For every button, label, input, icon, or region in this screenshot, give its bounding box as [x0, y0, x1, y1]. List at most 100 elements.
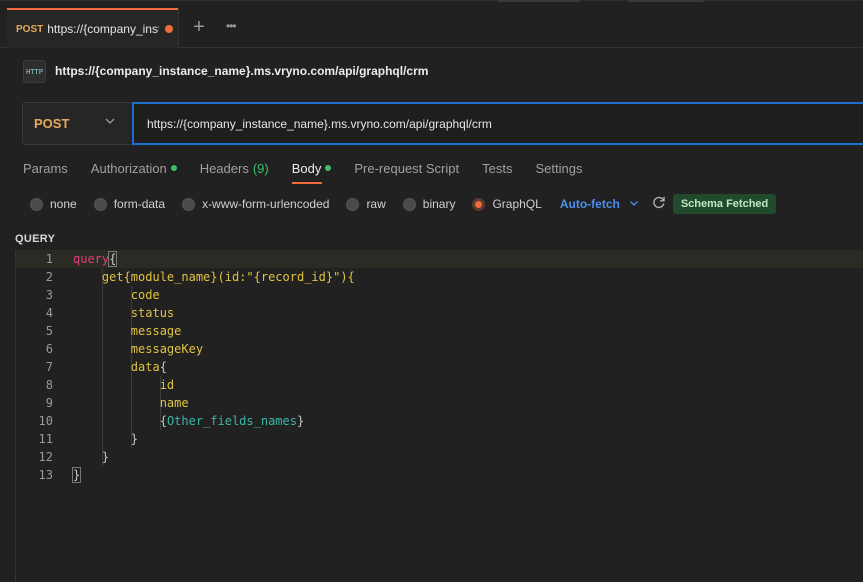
radio-raw[interactable]: raw — [346, 197, 386, 211]
status-dot-icon — [170, 165, 177, 171]
code-line: 3 code — [16, 286, 863, 304]
schema-status-badge: Schema Fetched — [672, 194, 777, 214]
line-number: 1 — [45, 252, 53, 266]
tab-divider — [178, 8, 179, 48]
refresh-icon[interactable] — [652, 195, 666, 213]
code-field: messageKey — [130, 342, 204, 356]
code-args: (id:"{record_id}"){ — [217, 270, 355, 284]
tab-label: Body — [291, 160, 322, 176]
request-tab-method: POST — [16, 23, 44, 35]
unsaved-dot-icon — [165, 25, 174, 33]
radio-label: form-data — [113, 197, 166, 211]
radio-label: none — [50, 197, 77, 211]
new-tab-button[interactable]: + — [190, 17, 208, 37]
tab-params[interactable]: Params — [23, 159, 68, 177]
request-tabs: Params Authorization Headers (9) Body Pre… — [23, 159, 605, 185]
code-field: message — [130, 324, 182, 338]
code-brace: } — [71, 467, 82, 483]
code-line: 10 {Other_fields_names} — [16, 412, 863, 430]
code-variable: Other_fields_names — [166, 414, 297, 428]
code-line: 9 name — [16, 394, 863, 412]
code-brace: } — [101, 450, 110, 464]
tab-body[interactable]: Body — [291, 159, 332, 184]
radio-label: raw — [366, 197, 386, 211]
line-number: 13 — [38, 468, 53, 482]
tab-label: Headers — [199, 160, 249, 176]
line-number: 12 — [38, 450, 53, 464]
line-number: 11 — [38, 432, 53, 446]
auto-fetch-label: Auto-fetch — [559, 197, 620, 211]
radio-none[interactable]: none — [30, 197, 77, 211]
radio-x-www-form-urlencoded[interactable]: x-www-form-urlencoded — [182, 197, 329, 211]
code-field: id — [159, 378, 175, 392]
tab-headers[interactable]: Headers (9) — [200, 159, 269, 177]
tab-settings[interactable]: Settings — [535, 159, 582, 177]
radio-circle-icon — [346, 197, 360, 211]
radio-label: GraphQL — [492, 197, 542, 211]
code-brace: { — [108, 251, 118, 267]
active-tab-underline — [291, 182, 322, 184]
radio-label: binary — [422, 197, 456, 211]
line-number: 8 — [45, 378, 53, 392]
line-number: 7 — [45, 360, 53, 374]
line-number: 3 — [45, 288, 53, 302]
radio-label: x-www-form-urlencoded — [202, 197, 330, 211]
radio-form-data[interactable]: form-data — [93, 197, 166, 211]
http-request-icon: HTTP — [23, 60, 46, 83]
tab-label: Settings — [535, 160, 583, 176]
code-brace: } — [296, 414, 305, 428]
window-top-border — [0, 0, 863, 1]
code-brace: } — [130, 432, 139, 446]
radio-circle-icon — [182, 197, 196, 211]
tab-strip: POST https://{company_inst + ••• — [0, 0, 863, 48]
radio-circle-icon — [30, 197, 43, 211]
tab-label: Tests — [482, 160, 513, 176]
url-input[interactable]: https://{company_instance_name}.ms.vryno… — [132, 102, 863, 145]
method-select[interactable]: POST — [22, 102, 131, 145]
code-line: 6 messageKey — [16, 340, 863, 358]
query-editor[interactable]: 1 query{ 2 get{module_name}(id:"{record_… — [15, 250, 863, 582]
radio-circle-icon — [402, 197, 416, 211]
code-brace: { — [159, 360, 167, 374]
tab-label: Params — [23, 160, 68, 176]
code-line: 11 } — [16, 430, 863, 448]
tab-authorization[interactable]: Authorization — [91, 159, 177, 177]
code-line: 8 id — [16, 376, 863, 394]
code-line: 2 get{module_name}(id:"{record_id}"){ — [16, 268, 863, 286]
tab-pre-request-script[interactable]: Pre-request Script — [354, 159, 459, 177]
code-brace: { — [159, 414, 167, 428]
tab-tests[interactable]: Tests — [482, 159, 512, 177]
tab-label: Authorization — [90, 160, 167, 176]
code-function: get{module_name} — [101, 270, 218, 284]
radio-graphql[interactable]: GraphQL — [472, 197, 542, 211]
headers-count: (9) — [252, 160, 269, 176]
line-number: 5 — [45, 324, 53, 338]
more-tabs-icon[interactable]: ••• — [226, 19, 244, 35]
radio-binary[interactable]: binary — [402, 197, 456, 211]
line-number: 6 — [45, 342, 53, 356]
status-dot-icon — [325, 165, 332, 171]
code-field: data — [130, 360, 160, 374]
method-select-label: POST — [34, 116, 70, 131]
request-tab-url: https://{company_inst — [47, 22, 160, 36]
line-number: 9 — [45, 396, 53, 410]
line-number: 10 — [38, 414, 53, 428]
code-line: 12 } — [16, 448, 863, 466]
body-type-options: none form-data x-www-form-urlencoded raw… — [30, 194, 777, 214]
chevron-down-icon — [104, 115, 118, 129]
code-line: 1 query{ — [16, 250, 863, 268]
radio-circle-icon — [93, 197, 107, 211]
chevron-down-icon — [629, 198, 639, 211]
code-line: 7 data{ — [16, 358, 863, 376]
code-line: 13 } — [16, 466, 863, 484]
tab-strip-chip — [628, 0, 704, 2]
query-label: QUERY — [15, 233, 56, 245]
code-line: 4 status — [16, 304, 863, 322]
radio-selected-icon — [472, 197, 486, 211]
line-number: 4 — [45, 306, 53, 320]
request-tab[interactable]: POST https://{company_inst — [7, 8, 178, 48]
tab-strip-chip — [498, 0, 580, 2]
auto-fetch-dropdown[interactable]: Auto-fetch — [560, 197, 639, 211]
request-title[interactable]: https://{company_instance_name}.ms.vryno… — [55, 64, 428, 78]
code-field: name — [159, 396, 189, 410]
